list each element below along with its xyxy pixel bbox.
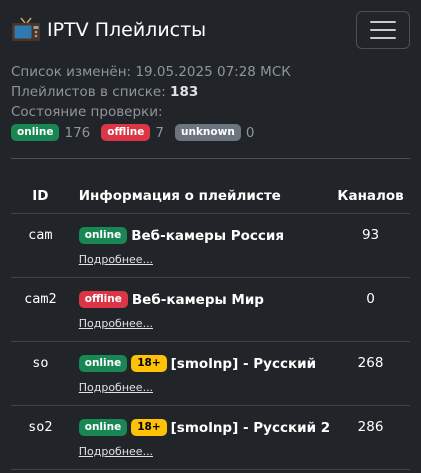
- details-link[interactable]: Подробнее...: [79, 253, 153, 266]
- row-channels: 286: [331, 405, 410, 470]
- row-channels: 93: [331, 213, 410, 278]
- header-id: ID: [11, 179, 70, 214]
- status-badge: online: [78, 227, 128, 244]
- playlist-count-value: 183: [170, 84, 199, 100]
- row-id: cam: [11, 213, 70, 278]
- navbar: IPTV Плейлисты: [11, 0, 410, 60]
- row-info: online Веб-камеры Россия Подробнее...: [69, 213, 332, 278]
- details-link[interactable]: Подробнее...: [79, 317, 153, 330]
- table-row: cam online Веб-камеры Россия Подробнее..…: [11, 213, 410, 278]
- status-badge-online: online: [11, 124, 60, 141]
- status-badge: online: [78, 355, 128, 372]
- playlist-title: [smolnp] - Русский: [170, 355, 317, 372]
- age-badge: 18+: [131, 355, 167, 372]
- playlist-table: ID Информация о плейлисте Каналов cam on…: [11, 179, 410, 470]
- status-badge: offline: [78, 291, 128, 308]
- page: IPTV Плейлисты Список изменён: 19.05.202…: [0, 0, 421, 473]
- details-link[interactable]: Подробнее...: [79, 381, 153, 394]
- row-channels: 268: [331, 341, 410, 406]
- table-row: so online 18+ [smolnp] - Русский Подробн…: [11, 341, 410, 406]
- status-badge-unknown: unknown: [175, 124, 241, 141]
- age-badge: 18+: [131, 419, 167, 436]
- list-info: Список изменён: 19.05.2025 07:28 МСК Пле…: [11, 62, 410, 122]
- status-count-unknown: 0: [245, 124, 255, 141]
- row-info: online 18+ [smolnp] - Русский 2 Подробне…: [69, 405, 332, 470]
- tv-icon: [11, 17, 41, 43]
- status-badge-offline: offline: [101, 124, 151, 141]
- status-badge: online: [78, 419, 128, 436]
- table-row: so2 online 18+ [smolnp] - Русский 2 Подр…: [11, 405, 410, 470]
- status-count-offline: 7: [155, 124, 164, 141]
- row-channels: 0: [331, 277, 410, 342]
- details-link[interactable]: Подробнее...: [79, 445, 153, 458]
- check-status-label: Состояние проверки:: [11, 104, 163, 120]
- updated-text: Список изменён: 19.05.2025 07:28 МСК: [11, 64, 291, 80]
- row-info: offline Веб-камеры Мир Подробнее...: [69, 277, 332, 342]
- hamburger-menu-icon[interactable]: [356, 11, 410, 49]
- divider: [11, 158, 410, 159]
- status-count-online: 176: [64, 124, 91, 141]
- row-id: cam2: [11, 277, 70, 342]
- playlist-title: [smolnp] - Русский 2: [170, 419, 331, 436]
- header-channels: Каналов: [331, 179, 410, 214]
- table-row: cam2 offline Веб-камеры Мир Подробнее...…: [11, 277, 410, 342]
- brand-link[interactable]: IPTV Плейлисты: [11, 17, 206, 43]
- brand-title: IPTV Плейлисты: [47, 19, 207, 41]
- row-info: online 18+ [smolnp] - Русский Подробнее.…: [69, 341, 332, 406]
- header-info: Информация о плейлисте: [69, 179, 332, 214]
- playlist-title: Веб-камеры Мир: [131, 291, 264, 308]
- playlist-title: Веб-камеры Россия: [131, 227, 285, 244]
- status-summary: online 176 offline 7 unknown 0: [11, 124, 410, 141]
- row-id: so: [11, 341, 70, 406]
- playlist-count-line: Плейлистов в списке: 183: [11, 82, 410, 102]
- table-header-row: ID Информация о плейлисте Каналов: [11, 179, 410, 214]
- row-id: so2: [11, 405, 70, 470]
- playlist-count-label: Плейлистов в списке:: [11, 84, 171, 100]
